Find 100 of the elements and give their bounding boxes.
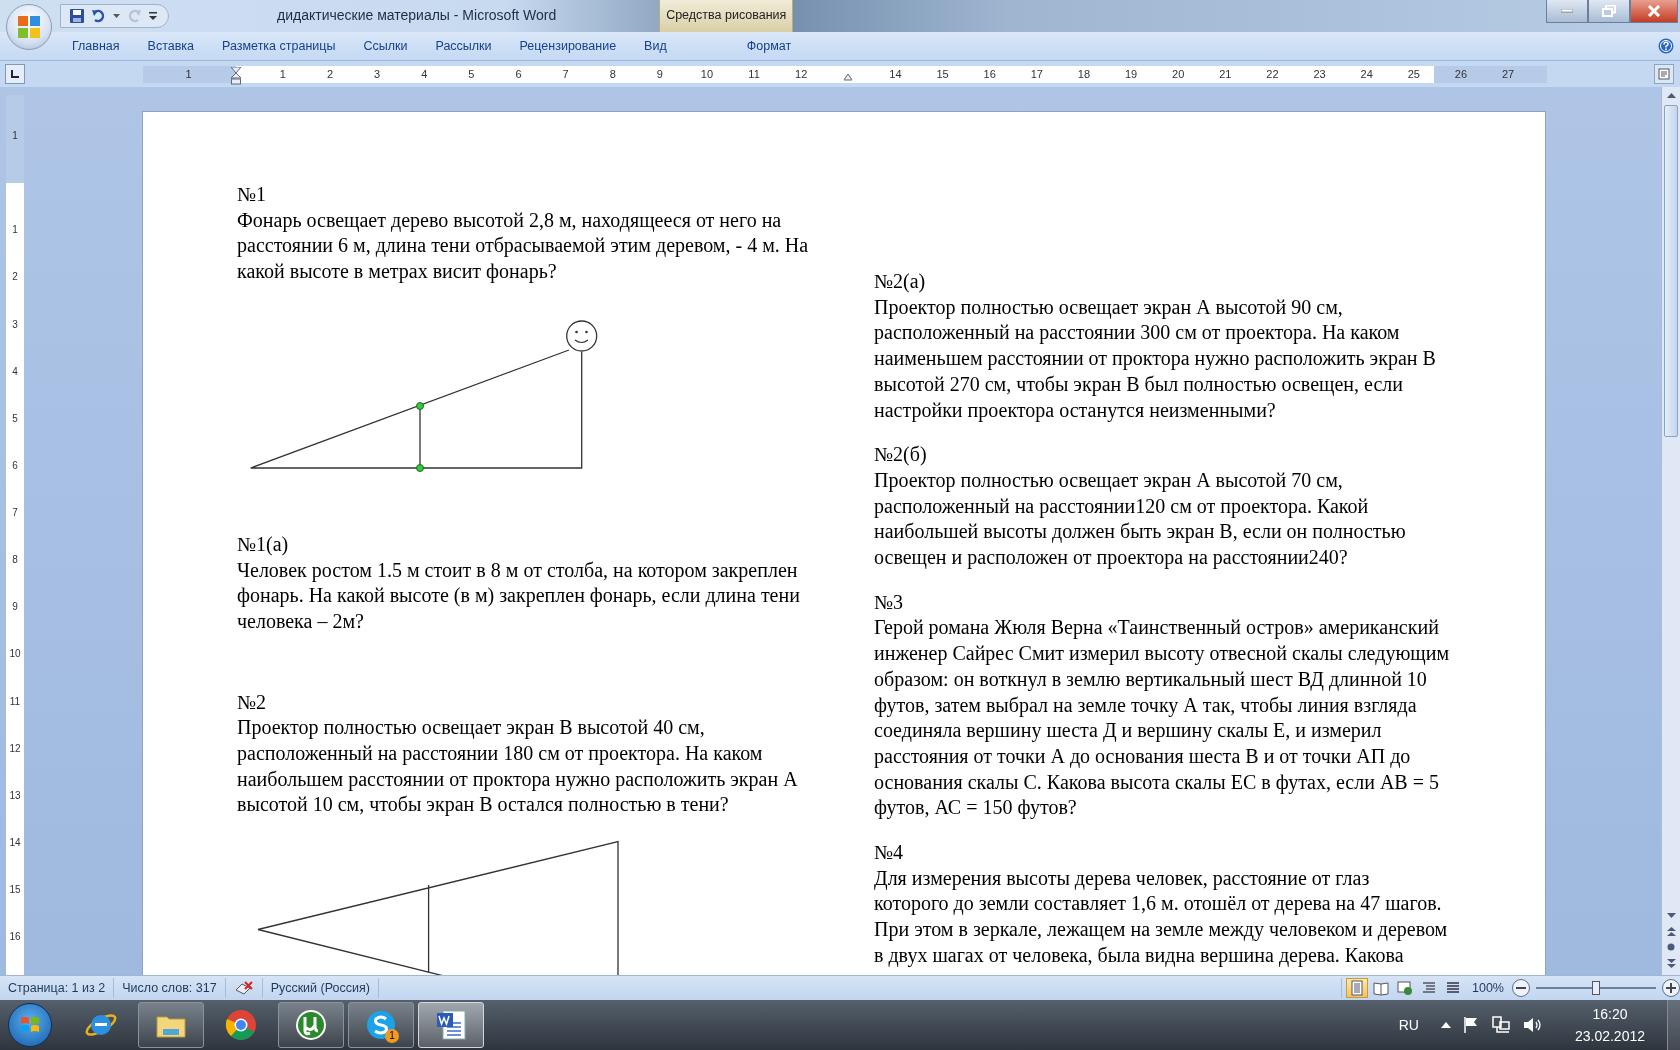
ruler-number: 13 [9,788,21,803]
ruler-number: 24 [1359,67,1374,82]
ruler-number: 5 [12,411,18,426]
ruler-number: 1 [184,67,193,82]
tab-stop-selector[interactable] [5,64,25,84]
page-count[interactable]: Страница: 1 из 2 [0,978,115,998]
vertical-scrollbar[interactable] [1661,87,1680,975]
close-icon [1647,5,1661,17]
speaker-icon[interactable] [1522,1016,1543,1034]
ruler-number: 23 [1312,67,1327,82]
problem-text: Для измерения высоты дерева человек, расстояние от глаз которого до земли составляет 1,6 м. отошёл от дерева на 47 шагов. При этом в зеркале, лежащем на земле между человеком и деревом в двух шагах от человека, была видна вершина дерева. Какова [874,865,1449,969]
ruler-number: 10 [699,67,715,82]
clock[interactable]: 16:20 23.02.2012 [1574,1003,1645,1047]
ruler-number: 8 [608,67,617,82]
save-icon[interactable] [69,8,85,24]
ruler-number: 2 [325,67,334,82]
problem-number: №1(а) [237,531,290,558]
flag-icon[interactable] [1462,1016,1479,1034]
problem-text: Проектор полностью освещает экран В высотой 40 см, расположенный на расстоянии 180 см от проектора. На каком наибольшем расстоянии от проктора нужно расположить экран А высотой 10 см, чтобы экран В остался полностью в тени? [237,715,799,818]
problem-number: №2(б) [874,442,928,468]
ruler-number: 11 [747,67,761,82]
round-browser-icon [223,1007,259,1043]
zoom-level[interactable]: 100% [1464,981,1512,995]
ruler-number: 9 [655,67,664,82]
ruler-number: 15 [9,883,21,898]
ribbon-tab[interactable]: Главная [58,34,134,58]
scrollbar-thumb[interactable] [1664,105,1678,437]
dropdown-caret-icon[interactable] [113,13,120,19]
ruler-icon [1658,68,1670,80]
undo-icon[interactable] [91,8,107,24]
problem-number: №4 [874,840,905,866]
ribbon-tab[interactable]: Формат [732,34,806,58]
close-button[interactable] [1630,0,1678,23]
ruler-number: 16 [982,67,997,82]
ruler-number: 12 [794,67,809,82]
problem-text: Герой романа Жюля Верна «Таинственный остров» американский инженер Сайрес Смит измерил высоту отвесной скалы следующим образом: он воткнул в землю вертикальный шест ВД длинной 10 футов, затем выбрал на земле точку А так, чтобы линия взгляда соединяла вершину шеста Д и вершину скалы Е, и измерил расстояния от точки А до основания шеста В и от точки АП до основания скалы С. Какова высота скалы ЕС в футах, если АВ = 5 футов, АС = 150 футов? [874,615,1451,821]
window-title: дидактические материалы - Microsoft Word [277,7,557,23]
ruler-number: 21 [1218,67,1233,82]
zoom-out-button[interactable] [1512,979,1530,997]
input-language[interactable]: RU [1398,1017,1419,1033]
ribbon-tab[interactable]: Ссылки [349,34,422,58]
proofing-icon [233,980,254,996]
indent-marker-icon[interactable] [230,67,241,85]
problem-number: №2 [237,689,268,715]
network-icon[interactable] [1490,1016,1511,1034]
taskbar-button[interactable] [138,1002,204,1048]
restore-button[interactable] [1588,0,1630,23]
problem-text: Проектор полностью освещает экран А высотой 90 см, расположенный на расстоянии 300 см от проектора. На каком наименьшем расстоянии от проктора нужно расположить экран В высотой 270 см, чтобы экран В был полностью освещен, если настройки проектора останутся неизменными? [874,294,1437,424]
restore-icon [1602,5,1616,17]
ribbon-tab[interactable]: Вставка [133,34,209,58]
ruler-number: 26 [1453,67,1469,82]
ruler-number: 12 [9,741,21,756]
ruler-number: 25 [1406,67,1421,82]
ribbon-tab[interactable]: Вид [630,34,681,58]
ruler-number: 20 [1171,67,1186,82]
ruler-number: 1 [12,223,18,238]
taskbar-button[interactable]: 1 [348,1002,414,1048]
ribbon-tab[interactable]: Рецензирование [505,34,631,58]
problem-text: Человек ростом 1.5 м стоит в 8 м от столба, на котором закреплен фонарь. На какой высоте (в м) закреплен фонарь, если длина тени человека – 2м? [237,557,801,634]
ruler-number: 1 [12,129,18,144]
ribbon-tab[interactable]: Разметка страницы [208,34,350,58]
left-tab-icon [10,69,20,79]
start-button[interactable] [8,1003,52,1047]
ruler-number: 10 [9,647,21,662]
ruler-number: 8 [12,553,18,568]
view-ruler-button[interactable] [1654,64,1674,84]
language-indicator[interactable]: Русский (Россия) [262,978,379,998]
show-hidden-icons-button[interactable] [1440,1022,1451,1028]
dot-icon [1667,943,1675,951]
ruler-number: 22 [1265,67,1280,82]
zoom-in-button[interactable] [1662,979,1680,997]
office-logo-icon [16,14,42,40]
minimize-button[interactable] [1546,0,1588,23]
zoom-slider-thumb[interactable] [1592,981,1600,995]
ruler-number: 14 [888,67,903,82]
clock-date: 23.02.2012 [1574,1027,1645,1046]
word-count[interactable]: Число слов: 317 [114,978,226,998]
help-icon[interactable] [1658,38,1674,54]
taskbar-button[interactable] [278,1002,344,1048]
ruler-number: 3 [373,67,382,82]
up-arrow-icon [1666,92,1676,98]
vertical-ruler[interactable]: 1 1 2 3 4 5 6 7 8 9 10 11 12 13 14 15 16 [6,95,24,975]
horizontal-ruler[interactable]: 1 1 2 3 4 5 6 7 8 9 10 11 12 14 15 16 17 18 19 20 21 22 23 24 25 26 27 [143,65,1547,83]
minimize-icon [1561,9,1573,13]
problem-number: №2(а) [874,269,927,295]
customize-icon[interactable] [148,11,158,21]
double-up-arrow-icon [1666,926,1676,936]
ribbon-tab[interactable]: Рассылки [421,34,506,58]
page-layout-icon[interactable] [1346,978,1368,998]
ruler-number: 15 [935,67,950,82]
ruler-number: 19 [1123,67,1139,82]
ruler-number: 6 [514,67,523,82]
ruler-number: 4 [12,364,18,379]
office-button[interactable] [6,4,52,50]
ruler-number: 18 [1076,67,1092,82]
problem-number: №3 [874,589,905,615]
plus-icon [1666,983,1676,993]
problem-text: Фонарь освещает дерево высотой 2,8 м, находящееся от него на расстоянии 6 м, длина тени отбрасываемой этим деревом, - 4 м. На какой высоте в метрах висит фонарь? [237,207,810,285]
ruler-number: 17 [1029,67,1044,82]
notification-badge: 1 [385,1029,399,1043]
